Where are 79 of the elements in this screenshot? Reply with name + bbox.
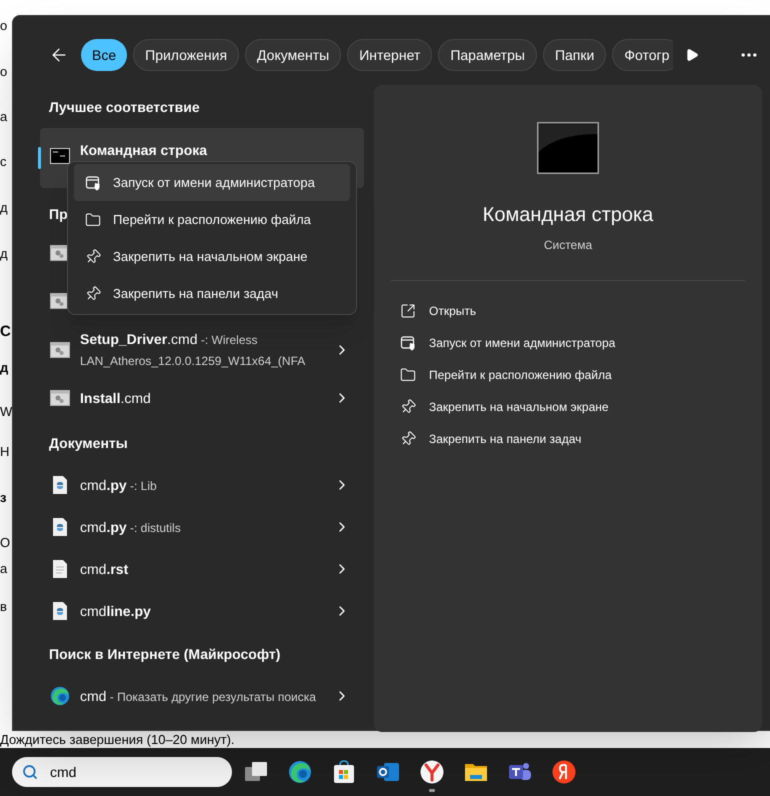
result-title: cmd.rst [80,560,128,579]
letter-logo-icon[interactable] [552,760,576,784]
selection-bar [38,147,41,169]
result-title: cmd.py -: distutils [80,518,181,537]
python-file-icon [53,602,67,620]
filter-tab[interactable]: Документы [245,39,342,71]
page-text: а [0,108,8,126]
search-result-row[interactable]: cmdline.py [40,590,364,632]
page-text: д [0,359,8,377]
terminal-icon [50,148,70,164]
terminal-window-icon [537,122,599,174]
filter-tab[interactable]: Интернет [347,39,432,71]
page-text: в [0,598,7,616]
preview-action[interactable]: Перейти к расположению файла [400,359,736,391]
page-text: С [0,323,11,341]
page-text: Дождитесь завершения (10–20 минут). [0,732,235,747]
search-result-row[interactable]: cmd.py -: distutils [40,506,364,548]
result-title: Install.cmd [80,389,151,408]
result-title: cmd.py -: Lib [80,476,157,495]
gear-script-icon [50,293,70,309]
page-text: д [0,199,8,217]
python-file-icon [53,476,67,494]
search-result-row[interactable]: cmd.rst [40,548,364,590]
page-text: а [0,560,8,578]
python-file-icon [53,518,67,536]
task-view-icon[interactable] [244,760,268,784]
preview-title: Командная строка [482,203,654,228]
section-heading: Лучшее соответствие [48,98,201,117]
page-text: о [0,17,8,35]
page-text: H [0,443,10,461]
page-text: о [0,63,8,81]
edge-browser-icon[interactable] [288,760,312,784]
search-result-row[interactable]: Install.cmd [40,377,364,419]
shield-window-icon [85,174,101,190]
preview-action[interactable]: Закрепить на начальном экране [400,391,736,423]
filter-tab[interactable]: Параметры [438,39,537,71]
text-file-icon [53,560,67,578]
menu-item[interactable]: Запуск от имени администратора [74,164,350,201]
result-title: Командная строка [80,141,208,160]
store-bag-icon[interactable] [332,760,356,784]
menu-item[interactable]: Закрепить на панели задач [74,275,350,312]
section-heading: Пр [48,205,69,224]
shield-window-icon [400,335,416,351]
folder-icon [85,212,101,228]
result-title: Setup_Driver.cmd -: Wireless LAN_Atheros_12.0.0.1259_W11x64_(NFA [80,330,306,370]
filter-tab[interactable]: Приложения [133,39,240,71]
play-icon[interactable] [685,48,699,62]
search-result-row[interactable]: Setup_Driver.cmd -: Wireless LAN_Atheros_12.0.0.1259_W11x64_(NFA [40,329,364,371]
result-title: cmd - Показать другие результаты поиска [80,686,316,706]
page-text: з [0,489,6,507]
page-text: с [0,153,6,171]
menu-item[interactable]: Перейти к расположению файла [74,201,350,238]
taskbar-search-field[interactable]: cmd [12,757,232,787]
preview-action[interactable]: Закрепить на панели задач [400,423,736,455]
search-result-row[interactable]: cmd - Показать другие результаты поиска [40,675,364,717]
result-title: cmdline.py [80,602,151,621]
gear-script-icon [50,342,70,358]
gear-script-icon [50,390,70,406]
section-heading: Документы [48,434,129,453]
preview-action[interactable]: Запуск от имени администратора [400,327,736,359]
search-result-row[interactable]: cmd.py -: Lib [40,464,364,506]
filter-tab[interactable]: Все [81,39,128,71]
search-text: cmd [50,762,76,782]
filter-tab[interactable]: Папки [542,39,606,71]
folder-icon [400,367,416,383]
menu-item[interactable]: Закрепить на начальном экране [74,238,350,275]
filter-tab[interactable]: Фотогр [612,39,673,71]
page-text: О [0,534,10,552]
page-text: W [0,403,12,421]
mail-app-icon[interactable] [376,760,400,784]
preview-action[interactable]: Открыть [400,295,736,327]
gear-script-icon [50,245,70,261]
browser-y-icon[interactable] [420,760,444,784]
preview-subtitle: Система [544,237,592,254]
search-icon [22,764,38,780]
edge-browser-icon [50,686,70,706]
open-external-icon [400,303,416,319]
page-text: д [0,245,8,263]
section-heading: Поиск в Интернете (Майкрософт) [48,645,282,664]
